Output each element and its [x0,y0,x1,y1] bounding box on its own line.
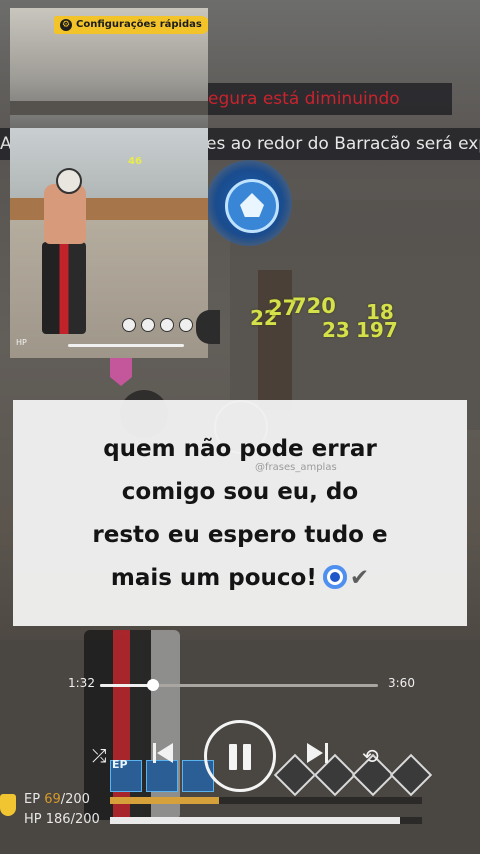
pip-player-head [56,168,82,194]
picture-in-picture-video[interactable]: ⚙ Configurações rápidas 46 HP [10,8,208,358]
quick-settings-badge[interactable]: ⚙ Configurações rápidas [54,16,208,34]
caption-line: mais um pouco! [110,565,317,591]
seek-progress [100,684,153,687]
pip-icon-row [122,318,193,332]
ep-max: 200 [65,792,90,807]
hp-current: 186 [45,812,71,827]
caption-text: quem não pode errar comigo sou eu, do re… [13,428,467,600]
elapsed-time: 1:32 [68,676,95,690]
skill-ep-label: EP [112,758,128,771]
next-button[interactable] [305,741,329,765]
skill-hud-icon[interactable] [206,160,292,246]
repeat-button[interactable]: ⟲ [362,744,379,769]
pip-wall [10,128,208,208]
pip-counter: 46 [128,156,142,167]
zone-warning-notice: egura está diminuindo [200,83,452,115]
total-time: 3:60 [388,676,415,690]
damage-number: 720 [292,294,336,318]
ep-label: EP [24,792,41,807]
ep-current: 69 [44,792,61,807]
caption-last-line: mais um pouco! ✔ [13,557,467,600]
damage-number: 23 [322,318,350,342]
pip-beam [10,101,208,115]
hp-stat: HP 186/200 [24,812,100,827]
previous-button[interactable] [153,741,177,765]
hp-bar [110,817,422,824]
zone-info-notice: es ao redor do Barracão será expo [200,128,480,160]
hp-bar-fill [110,817,401,824]
zone-info-fragment: A [0,128,12,160]
shuffle-button[interactable]: ⤮ [92,746,106,767]
pip-hp-label: HP [16,338,27,347]
quick-settings-label: Configurações rápidas [76,19,202,30]
damage-number: 197 [356,318,398,342]
evil-eye-icon [322,565,347,589]
pip-skill-icon [179,318,193,332]
hp-label: HP [24,812,42,827]
caption-line: comigo sou eu, do [121,479,359,505]
hp-max: 200 [74,812,100,827]
caption-line: resto eu espero tudo e [92,522,388,548]
pip-skill-icon [122,318,136,332]
seek-bar[interactable] [100,679,378,691]
pip-skill-icon [141,318,155,332]
pause-button[interactable] [204,720,276,792]
pip-rail [10,198,208,220]
pip-skill-icon [160,318,174,332]
ep-bar-fill [110,797,220,804]
pip-hp-bar [68,344,184,347]
pip-handle[interactable] [196,310,220,344]
settings-gear-icon: ⚙ [60,19,72,31]
ep-bar [110,797,422,804]
caption-line: quem não pode errar [103,436,377,462]
background-pillar [258,270,292,410]
pip-player-legs [42,242,86,334]
pip-floor [10,203,208,358]
pause-icon [243,744,251,770]
check-icon: ✔ [349,565,370,591]
armor-icon [0,794,16,816]
pause-icon [229,744,237,770]
seek-handle[interactable] [146,679,159,691]
ep-stat: EP 69/200 [24,792,90,807]
